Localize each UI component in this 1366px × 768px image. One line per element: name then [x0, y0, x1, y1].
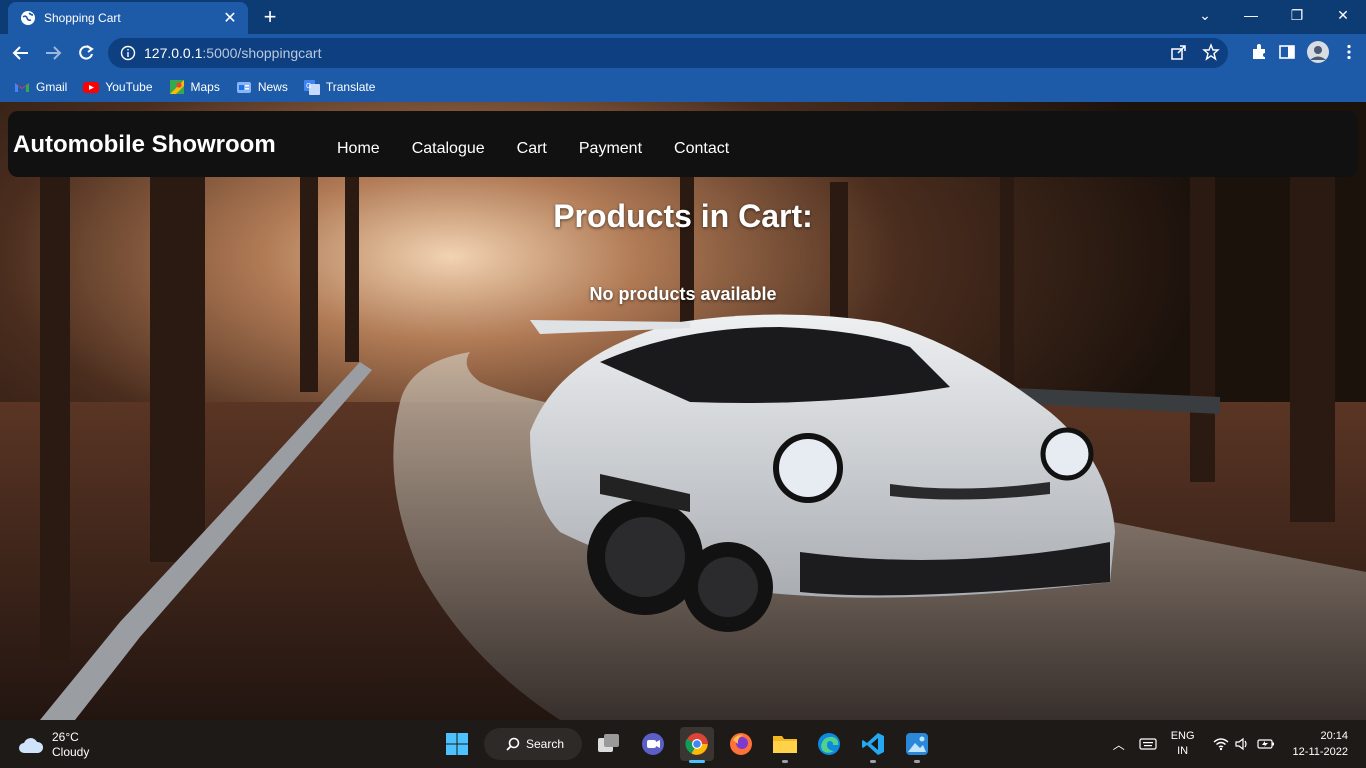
windows-taskbar: 26°C Cloudy Search ︿ ENG IN 20:14 12-11-…: [0, 720, 1366, 768]
tab-strip: Shopping Cart ✕ + ⌄ — ❐ ✕: [0, 0, 1366, 34]
taskbar-clock[interactable]: 20:14 12-11-2022: [1293, 728, 1348, 760]
side-panel-icon[interactable]: [1278, 43, 1296, 61]
nav-link-catalogue[interactable]: Catalogue: [412, 140, 485, 158]
background-car-scene: [0, 102, 1366, 720]
share-icon[interactable]: [1170, 43, 1188, 61]
youtube-icon: [83, 82, 100, 93]
close-tab-icon[interactable]: ✕: [222, 8, 238, 28]
vscode-icon[interactable]: [856, 727, 890, 763]
site-brand[interactable]: Automobile Showroom: [13, 131, 276, 159]
language-primary: ENG: [1170, 730, 1195, 742]
wifi-icon: [1213, 738, 1229, 751]
search-icon: [506, 737, 520, 751]
gmail-icon: [15, 83, 29, 92]
weather-widget[interactable]: 26°C Cloudy: [18, 730, 89, 760]
menu-kebab-icon[interactable]: [1340, 43, 1358, 61]
task-view-icon[interactable]: [592, 727, 626, 761]
tab-title: Shopping Cart: [44, 11, 121, 25]
taskbar-apps: Search: [440, 727, 934, 763]
reload-icon[interactable]: [73, 40, 99, 66]
extensions-icon[interactable]: [1250, 43, 1268, 61]
bookmark-label: News: [257, 80, 288, 94]
volume-icon: [1234, 737, 1247, 751]
bookmarks-bar: Gmail YouTube Maps News G Translate: [0, 72, 1366, 102]
keyboard-icon[interactable]: [1139, 737, 1157, 751]
bookmark-gmail[interactable]: Gmail: [14, 79, 67, 95]
clock-time: 20:14: [1320, 730, 1348, 742]
system-tray: ︿ ENG IN 20:14 12-11-2022: [1113, 720, 1366, 768]
language-secondary: IN: [1177, 745, 1189, 757]
edge-icon[interactable]: [812, 727, 846, 761]
minimize-icon[interactable]: —: [1228, 0, 1274, 30]
site-navbar: Automobile Showroom Home Catalogue Cart …: [8, 111, 1358, 177]
translate-icon: G: [303, 80, 320, 95]
page-viewport: Automobile Showroom Home Catalogue Cart …: [0, 102, 1366, 720]
bookmark-label: Gmail: [36, 80, 68, 94]
site-info-icon[interactable]: [120, 45, 136, 61]
bookmark-youtube[interactable]: YouTube: [83, 79, 153, 95]
nav-link-contact[interactable]: Contact: [674, 140, 729, 158]
search-label: Search: [526, 737, 565, 751]
empty-cart-message: No products available: [589, 284, 777, 304]
browser-toolbar: 127.0.0.1:5000/shoppingcart: [0, 34, 1366, 72]
new-tab-icon[interactable]: +: [258, 6, 282, 30]
taskbar-search[interactable]: Search: [484, 728, 582, 760]
teams-chat-icon[interactable]: [636, 727, 670, 761]
weather-condition: Cloudy: [52, 745, 90, 759]
show-hidden-icons[interactable]: ︿: [1113, 736, 1125, 753]
bookmark-maps[interactable]: Maps: [169, 79, 220, 95]
site-menu: Home Catalogue Cart Payment Contact: [337, 140, 729, 158]
forward-icon[interactable]: [40, 40, 66, 66]
address-bar[interactable]: 127.0.0.1:5000/shoppingcart: [108, 38, 1228, 68]
bookmark-label: Translate: [325, 80, 376, 94]
windows-start-icon[interactable]: [440, 727, 474, 761]
close-window-icon[interactable]: ✕: [1320, 0, 1366, 30]
news-icon: [236, 82, 251, 93]
weather-temperature: 26°C: [52, 730, 79, 744]
back-icon[interactable]: [8, 40, 34, 66]
bookmark-label: YouTube: [105, 80, 153, 94]
cloud-icon: [19, 738, 44, 753]
nav-link-cart[interactable]: Cart: [517, 140, 547, 158]
bookmark-label: Maps: [190, 80, 220, 94]
cart-heading: Products in Cart:: [553, 198, 813, 234]
url-host: 127.0.0.1: [144, 45, 203, 61]
network-audio-battery[interactable]: [1213, 737, 1275, 751]
nav-link-payment[interactable]: Payment: [579, 140, 642, 158]
photos-icon[interactable]: [900, 727, 934, 763]
nav-link-home[interactable]: Home: [337, 140, 380, 158]
tab-search-icon[interactable]: ⌄: [1182, 0, 1228, 30]
window-controls: ⌄ — ❐ ✕: [1182, 0, 1366, 34]
bookmark-star-icon[interactable]: [1202, 43, 1220, 61]
url-path: :5000/shoppingcart: [202, 45, 322, 61]
profile-avatar[interactable]: [1306, 40, 1330, 64]
tab-shopping-cart[interactable]: Shopping Cart ✕: [8, 2, 248, 34]
bookmark-translate[interactable]: G Translate: [303, 79, 376, 95]
globe-icon: [21, 11, 35, 25]
svg-text:G: G: [306, 83, 311, 90]
language-indicator[interactable]: ENG IN: [1171, 729, 1195, 759]
restore-icon[interactable]: ❐: [1274, 0, 1320, 30]
bookmark-news[interactable]: News: [236, 79, 288, 95]
firefox-icon[interactable]: [724, 727, 758, 761]
clock-date: 12-11-2022: [1292, 746, 1348, 758]
maps-icon: [169, 80, 184, 94]
file-explorer-icon[interactable]: [768, 727, 802, 763]
chrome-icon[interactable]: [680, 727, 714, 763]
battery-charging-icon: [1256, 739, 1274, 749]
